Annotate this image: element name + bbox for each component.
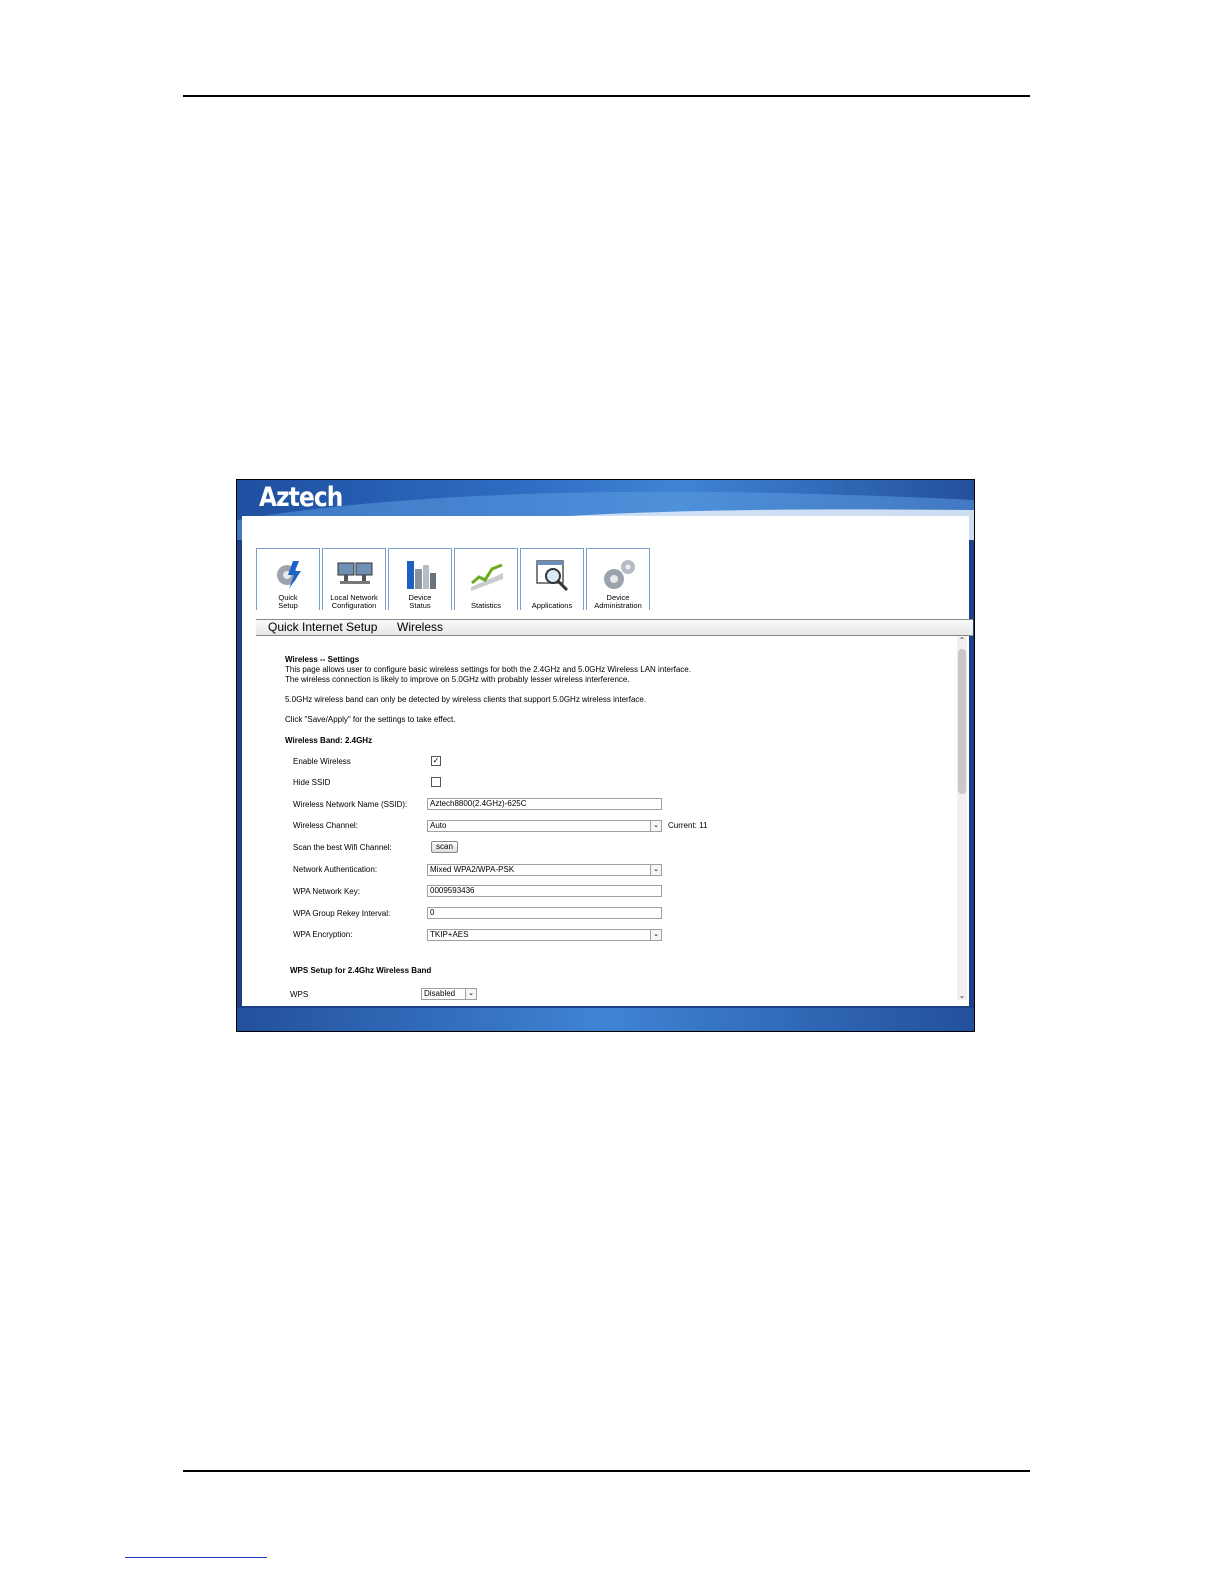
magnifier-window-icon <box>535 557 571 593</box>
band-heading: Wireless Band: 2.4GHz <box>285 736 373 745</box>
ssid-label: Wireless Network Name (SSID): <box>293 800 408 809</box>
chevron-down-icon: ⌄ <box>650 865 661 875</box>
tab-label: Applications <box>531 600 573 610</box>
encryption-value: TKIP+AES <box>430 930 469 939</box>
tab-device-status[interactable]: Device Status <box>388 548 452 610</box>
rekey-input[interactable]: 0 <box>427 907 662 919</box>
auth-label: Network Authentication: <box>293 865 378 874</box>
tab-applications[interactable]: Applications <box>520 548 584 610</box>
tab-device-administration[interactable]: Device Administration <box>586 548 650 610</box>
channel-value: Auto <box>430 821 447 830</box>
rekey-label: WPA Group Rekey Interval: <box>293 909 391 918</box>
monitors-icon <box>337 557 373 593</box>
channel-label: Wireless Channel: <box>293 821 358 830</box>
gears-icon <box>601 557 637 593</box>
scroll-thumb[interactable] <box>958 649 966 794</box>
intro-text: The wireless connection is likely to imp… <box>285 675 630 684</box>
tab-statistics[interactable]: Statistics <box>454 548 518 610</box>
key-label: WPA Network Key: <box>293 887 360 896</box>
scroll-down-icon[interactable]: ⌄ <box>958 991 966 1000</box>
ssid-input[interactable]: Aztech8800(2.4GHz)-625C <box>427 798 662 810</box>
auth-value: Mixed WPA2/WPA-PSK <box>430 865 515 874</box>
wps-label: WPS <box>290 990 309 999</box>
page-title: Wireless -- Settings <box>285 655 360 664</box>
wps-value: Disabled <box>424 989 456 998</box>
header-rule <box>183 95 1030 97</box>
hide-ssid-checkbox[interactable] <box>431 777 441 787</box>
tab-label: Administration <box>594 600 642 610</box>
main-panel: Quick Setup Local Network Configuration De… <box>242 516 973 1006</box>
chevron-down-icon: ⌄ <box>465 989 476 999</box>
chevron-down-icon: ⌄ <box>650 821 661 831</box>
chevron-down-icon: ⌄ <box>650 930 661 940</box>
router-web-ui-screenshot: Aztech Quick Setup Local Network Configura… <box>236 479 975 1032</box>
scroll-up-icon[interactable]: ⌃ <box>958 636 966 645</box>
hide-ssid-label: Hide SSID <box>293 778 331 787</box>
aztech-logo[interactable]: Aztech <box>259 482 343 513</box>
settings-content: Wireless -- Settings This page allows us… <box>256 636 959 1003</box>
tab-quick-setup[interactable]: Quick Setup <box>256 548 320 610</box>
scan-label: Scan the best Wifi Channel: <box>293 843 392 852</box>
intro-text: Click "Save/Apply" for the settings to t… <box>285 715 456 724</box>
breadcrumb-section[interactable]: Quick Internet Setup <box>268 620 377 634</box>
tab-label: Statistics <box>470 600 501 610</box>
breadcrumb: Quick Internet Setup Wireless <box>256 619 973 636</box>
enable-wireless-label: Enable Wireless <box>293 757 351 766</box>
tab-label: Setup <box>278 600 298 610</box>
nav-tabs: Quick Setup Local Network Configuration De… <box>256 548 652 610</box>
footer-rule <box>183 1470 1030 1472</box>
footer-link-underline <box>125 1557 267 1558</box>
encryption-select[interactable]: TKIP+AES ⌄ <box>427 929 662 941</box>
breadcrumb-page: Wireless <box>397 620 444 634</box>
graph-icon <box>469 557 505 593</box>
channel-select[interactable]: Auto ⌄ <box>427 820 662 832</box>
enable-wireless-checkbox[interactable]: ✓ <box>431 756 441 766</box>
auth-select[interactable]: Mixed WPA2/WPA-PSK ⌄ <box>427 864 662 876</box>
network-key-input[interactable]: 0009593436 <box>427 885 662 897</box>
tab-label: Configuration <box>331 600 377 610</box>
scan-button[interactable]: scan <box>431 841 458 853</box>
buildings-icon <box>403 557 439 593</box>
current-channel: Current: 11 <box>668 821 708 830</box>
tab-label: Status <box>409 600 431 610</box>
intro-text: 5.0GHz wireless band can only be detecte… <box>285 695 647 704</box>
tab-local-network[interactable]: Local Network Configuration <box>322 548 386 610</box>
intro-text: This page allows user to configure basic… <box>285 665 691 674</box>
footer-band <box>237 1008 974 1031</box>
wps-heading: WPS Setup for 2.4Ghz Wireless Band <box>290 966 432 975</box>
encryption-label: WPA Encryption: <box>293 930 353 939</box>
wps-select[interactable]: Disabled ⌄ <box>421 988 477 1000</box>
content-scrollbar[interactable]: ⌃ ⌄ <box>957 636 967 1000</box>
gear-lightning-icon <box>271 557 307 593</box>
